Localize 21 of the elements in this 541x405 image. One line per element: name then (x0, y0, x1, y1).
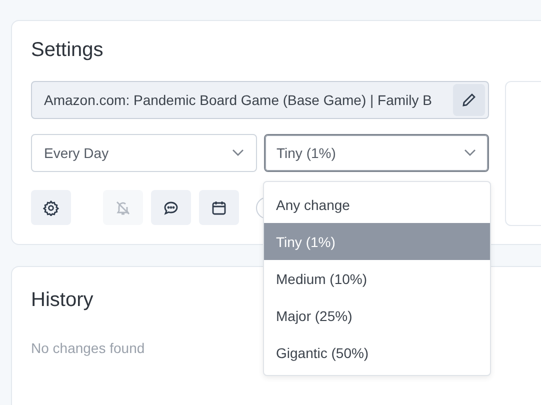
pencil-icon (461, 92, 477, 108)
card-title: History (31, 289, 94, 312)
dropdown-option[interactable]: Any change (264, 186, 490, 223)
dropdown-option[interactable]: Gigantic (50%) (264, 334, 490, 371)
card-title: Settings (31, 39, 104, 62)
frequency-select[interactable]: Every Day (31, 134, 256, 172)
calendar-button[interactable] (199, 190, 239, 225)
gear-icon (43, 200, 59, 216)
bell-off-icon (115, 200, 131, 216)
url-field[interactable]: Amazon.com: Pandemic Board Game (Base Game) | Family B (31, 81, 489, 119)
chat-button[interactable] (151, 190, 191, 225)
chevron-down-icon (232, 149, 244, 157)
threshold-select[interactable]: Tiny (1%) (264, 134, 489, 172)
chevron-down-icon (464, 149, 476, 157)
gear-button[interactable] (31, 190, 71, 225)
chat-icon (163, 200, 179, 216)
empty-message: No changes found (31, 340, 145, 356)
dropdown-option[interactable]: Major (25%) (264, 297, 490, 334)
dropdown-option[interactable]: Medium (10%) (264, 260, 490, 297)
calendar-icon (211, 200, 227, 216)
edit-button[interactable] (453, 84, 485, 116)
